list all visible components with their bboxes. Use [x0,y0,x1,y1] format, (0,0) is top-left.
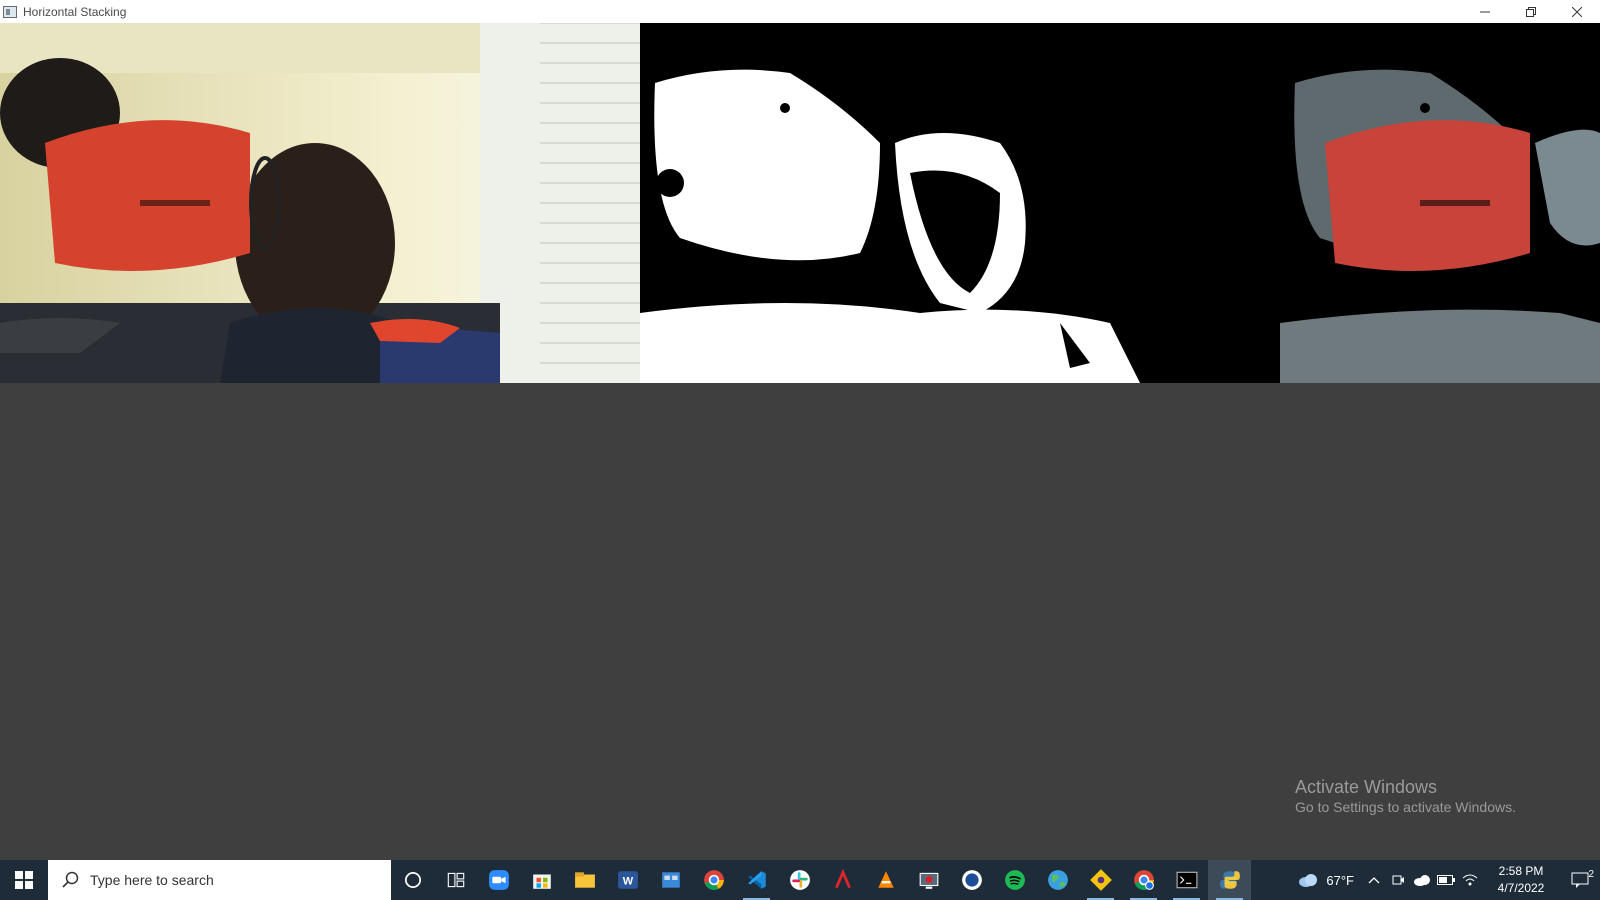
close-icon [1572,6,1582,17]
taskbar: Type here to search W 67°F 2:58 PM 4/7/2… [0,860,1600,900]
window-app-icon [3,5,17,18]
masked-result-frame [1280,23,1600,383]
spotify-icon [1004,870,1025,890]
taskbar-acrobat-button[interactable] [821,860,864,900]
notification-count: 2 [1588,869,1594,880]
terminal-icon [1176,871,1197,889]
taskbar-chrome-profile-button[interactable] [1122,860,1165,900]
close-button[interactable] [1554,0,1600,23]
title-bar: Horizontal Stacking [0,0,1600,23]
windows-logo-icon [15,871,33,889]
taskbar-apps: W [391,860,1251,900]
search-icon [62,871,79,888]
chevron-up-icon [1368,877,1380,884]
notification-icon [1571,872,1589,888]
masked-result-image [1280,23,1600,383]
control-panel-icon [661,872,680,888]
clock-time: 2:58 PM [1498,864,1544,878]
taskbar-store-button[interactable] [520,860,563,900]
onedrive-cloud-icon [1414,875,1430,886]
taskbar-app-circle-button[interactable] [950,860,993,900]
taskbar-task-view-button[interactable] [434,860,477,900]
taskbar-git-button[interactable] [1079,860,1122,900]
chrome-profile-icon [1133,870,1154,890]
window-controls [1462,0,1600,23]
cloud-icon [1299,874,1318,887]
taskbar-globe-button[interactable] [1036,860,1079,900]
mask-frame [640,23,1280,383]
taskbar-chrome-button[interactable] [692,860,735,900]
show-hidden-icons-button[interactable] [1362,876,1386,884]
wifi-icon [1462,874,1478,886]
vscode-icon [747,871,766,889]
slack-icon [789,870,810,890]
activate-windows-watermark: Activate Windows Go to Settings to activ… [1295,776,1516,816]
weather-temp[interactable]: 67°F [1326,873,1354,888]
watermark-subtitle: Go to Settings to activate Windows. [1295,799,1516,815]
taskbar-vlc-button[interactable] [864,860,907,900]
minimize-button[interactable] [1462,0,1508,23]
file-explorer-icon [574,872,595,888]
taskbar-word-button[interactable]: W [606,860,649,900]
search-placeholder: Type here to search [90,872,214,888]
taskbar-screen-recorder-button[interactable] [907,860,950,900]
taskbar-slack-button[interactable] [778,860,821,900]
clock-date: 4/7/2022 [1497,881,1545,895]
word-icon: W [617,871,638,889]
taskbar-search-box[interactable]: Type here to search [48,860,391,900]
minimize-icon [1480,11,1490,12]
weather-widget[interactable] [1296,873,1320,887]
screen-recorder-icon [919,872,938,889]
original-frame-image [0,23,640,383]
mask-frame-image [640,23,1280,383]
battery-icon [1437,875,1455,885]
camera-icon [1392,875,1404,885]
taskbar-python-button[interactable] [1208,860,1251,900]
window-title: Horizontal Stacking [23,4,127,19]
taskbar-terminal-button[interactable] [1165,860,1208,900]
chrome-icon [703,870,724,890]
taskbar-control-panel-button[interactable] [649,860,692,900]
notifications-button[interactable]: 2 [1560,869,1600,888]
taskbar-vscode-button[interactable] [735,860,778,900]
taskbar-zoom-button[interactable] [477,860,520,900]
svg-text:W: W [622,875,633,887]
store-icon [532,874,551,889]
acrobat-icon [834,869,851,889]
watermark-title: Activate Windows [1295,777,1438,797]
cortana-icon [404,871,421,889]
taskbar-file-explorer-button[interactable] [563,860,606,900]
meet-now-button[interactable] [1386,873,1410,887]
original-frame [0,23,640,383]
wifi-button[interactable] [1458,873,1482,887]
taskbar-cortana-button[interactable] [391,860,434,900]
stacked-frames [0,23,1600,383]
restore-icon [1526,6,1536,17]
task-view-icon [447,872,464,888]
taskbar-clock[interactable]: 2:58 PM 4/7/2022 [1490,863,1552,897]
system-tray: 67°F 2:58 PM 4/7/2022 2 [1296,860,1600,900]
globe-icon [1047,870,1068,890]
battery-button[interactable] [1434,875,1458,885]
app-circle-icon [961,870,982,890]
start-button[interactable] [0,860,48,900]
taskbar-spotify-button[interactable] [993,860,1036,900]
vlc-icon [877,871,894,888]
onedrive-button[interactable] [1410,874,1434,886]
python-icon [1219,871,1240,889]
git-icon [1089,869,1112,891]
zoom-icon [488,870,509,890]
restore-button[interactable] [1508,0,1554,23]
